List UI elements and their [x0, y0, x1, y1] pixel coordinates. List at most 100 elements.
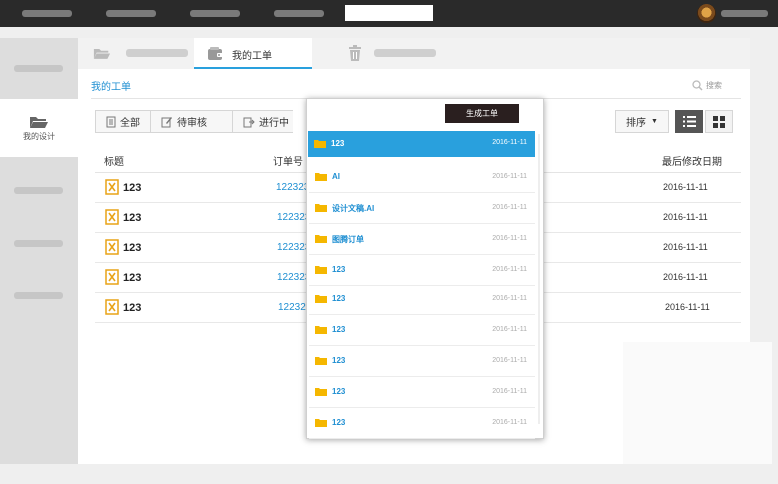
dropdown-item[interactable]: AI 2016-11-11 — [309, 162, 535, 193]
row-date: 2016-11-11 — [663, 242, 708, 252]
folder-icon — [315, 357, 327, 365]
dropdown-item-date: 2016-11-11 — [492, 266, 527, 273]
breadcrumb[interactable]: 我的工单 — [91, 78, 131, 93]
row-title[interactable]: 123 — [123, 302, 141, 314]
ai-file-icon — [105, 269, 119, 285]
dropdown-item[interactable]: 123 2016-11-11 — [309, 315, 535, 346]
row-title[interactable]: 123 — [123, 242, 141, 254]
search-label: 搜索 — [706, 81, 722, 90]
filter-in-progress-button[interactable]: 进行中 — [232, 110, 293, 133]
folder-icon — [315, 235, 327, 243]
dropdown-item[interactable]: 图腾订单 2016-11-11 — [309, 224, 535, 255]
row-date: 2016-11-11 — [663, 272, 708, 282]
row-date: 2016-11-11 — [665, 302, 710, 312]
dropdown-item-date: 2016-11-11 — [492, 173, 527, 180]
dropdown-item-date: 2016-11-11 — [492, 326, 527, 333]
row-title[interactable]: 123 — [123, 272, 141, 284]
header-order-no[interactable]: 订单号 — [273, 153, 303, 168]
dropdown-item-name: AI — [332, 172, 340, 181]
generate-order-button[interactable]: 生成工单 — [445, 104, 519, 123]
dropdown-item[interactable]: 123 2016-11-11 — [308, 131, 535, 157]
sidebar-item-my-designs[interactable]: 我的设计 — [0, 99, 78, 157]
top-search-input[interactable] — [345, 5, 433, 21]
row-title[interactable]: 123 — [123, 182, 141, 194]
list-icon — [682, 116, 696, 127]
sidebar-item-placeholder-3[interactable] — [14, 240, 63, 247]
scrollbar[interactable] — [538, 134, 540, 424]
dropdown-item[interactable]: 123 2016-11-11 — [309, 408, 535, 439]
ai-file-icon — [105, 209, 119, 225]
nav-placeholder-2[interactable] — [106, 10, 156, 17]
folder-icon — [315, 204, 327, 212]
filter-bar: 全部 待审核 进行中 — [95, 110, 293, 133]
ai-file-icon — [105, 299, 119, 315]
header-title[interactable]: 标题 — [104, 153, 124, 168]
tab-my-orders[interactable]: 我的工单 — [194, 38, 312, 69]
filter-all-button[interactable]: 全部 — [95, 110, 151, 133]
row-date: 2016-11-11 — [663, 212, 708, 222]
dropdown-item[interactable]: 123 2016-11-11 — [309, 284, 535, 315]
filter-label: 待审核 — [177, 118, 207, 129]
dropdown-item-date: 2016-11-11 — [492, 139, 527, 146]
left-sidebar: 我的设计 — [0, 38, 78, 464]
dropdown-item-name: 图腾订单 — [332, 235, 364, 244]
dropdown-item-date: 2016-11-11 — [492, 388, 527, 395]
tab-label: 我的工单 — [232, 51, 272, 62]
sidebar-item-placeholder-2[interactable] — [14, 187, 63, 194]
trash-icon — [349, 45, 361, 61]
folder-icon — [315, 388, 327, 396]
filter-label: 全部 — [120, 118, 140, 129]
dropdown-item-date: 2016-11-11 — [492, 295, 527, 302]
search-field[interactable]: 搜索 — [692, 80, 722, 91]
dropdown-item-name: 123 — [332, 387, 346, 396]
dropdown-item-date: 2016-11-11 — [492, 357, 527, 364]
folder-icon — [315, 326, 327, 334]
folder-icon — [315, 266, 327, 274]
sidebar-item-placeholder-4[interactable] — [14, 292, 63, 299]
caret-down-icon: ▼ — [651, 118, 658, 125]
document-icon — [106, 116, 116, 127]
folder-icon — [315, 173, 327, 181]
dropdown-item[interactable]: 设计文稿.AI 2016-11-11 — [309, 193, 535, 224]
folder-icon — [314, 140, 326, 148]
folder-icon — [93, 49, 111, 59]
file-picker-dropdown: 生成工单 123 2016-11-11 AI 2016-11-11 设计文稿.AI 201… — [306, 98, 544, 439]
row-date: 2016-11-11 — [663, 182, 708, 192]
sidebar-item-label: 我的设计 — [23, 132, 55, 141]
nav-placeholder-3[interactable] — [190, 10, 240, 17]
filter-pending-button[interactable]: 待审核 — [150, 110, 233, 133]
edit-icon — [161, 116, 172, 127]
nav-placeholder-1[interactable] — [22, 10, 72, 17]
row-title[interactable]: 123 — [123, 212, 141, 224]
folder-icon — [315, 295, 327, 303]
list-view-button[interactable] — [675, 110, 703, 133]
dropdown-item[interactable]: 123 2016-11-11 — [309, 255, 535, 286]
avatar[interactable] — [697, 4, 716, 23]
nav-placeholder-4[interactable] — [274, 10, 324, 17]
wallet-icon — [208, 47, 223, 60]
sort-label: 排序 — [626, 118, 647, 129]
dropdown-item-date: 2016-11-11 — [492, 235, 527, 242]
user-name-placeholder[interactable] — [721, 10, 768, 17]
dropdown-item-name: 123 — [332, 325, 346, 334]
export-icon — [243, 117, 255, 127]
blank-area — [623, 342, 772, 464]
tab-trash[interactable] — [312, 38, 452, 69]
ai-file-icon — [105, 239, 119, 255]
sort-button[interactable]: 排序 ▼ — [615, 110, 669, 133]
dropdown-item-name: 123 — [332, 294, 346, 303]
dropdown-item-name: 设计文稿.AI — [332, 204, 375, 213]
folder-icon — [315, 419, 327, 427]
dropdown-item[interactable]: 123 2016-11-11 — [309, 346, 535, 377]
filter-label: 进行中 — [259, 118, 289, 129]
row-order-no[interactable]: 122323 — [276, 182, 309, 193]
grid-view-button[interactable] — [705, 110, 733, 133]
header-modified[interactable]: 最后修改日期 — [662, 153, 722, 168]
dropdown-item[interactable]: 123 2016-11-11 — [309, 377, 535, 408]
tab-folders[interactable] — [78, 38, 194, 69]
grid-icon — [713, 115, 725, 128]
sidebar-item-placeholder-1[interactable] — [14, 65, 63, 72]
dropdown-item-name: 123 — [332, 418, 346, 427]
dropdown-item-name: 123 — [331, 139, 345, 148]
dropdown-item-name: 123 — [332, 356, 346, 365]
